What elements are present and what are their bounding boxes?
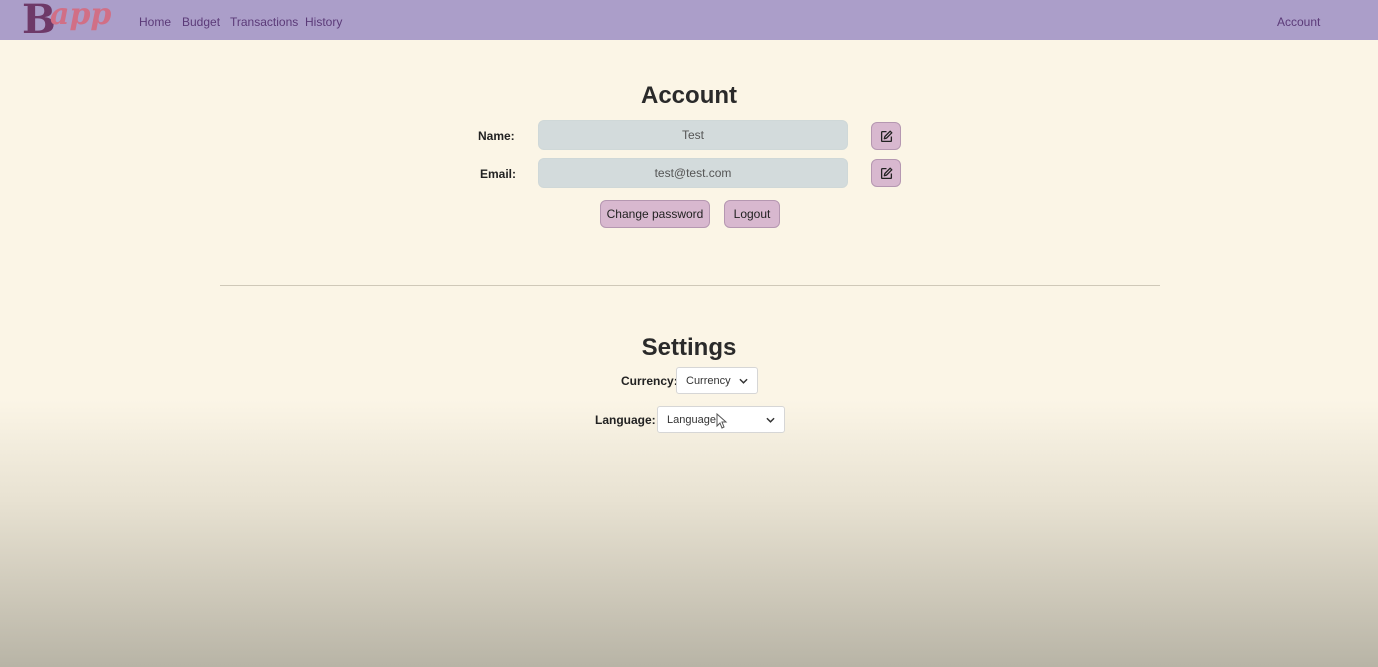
- edit-email-button[interactable]: [871, 159, 901, 187]
- email-label: Email:: [480, 167, 517, 181]
- name-input[interactable]: [538, 120, 848, 150]
- mouse-cursor-icon: [716, 413, 728, 429]
- nav-link-transactions[interactable]: Transactions: [230, 15, 298, 29]
- language-select-value: Language: [667, 414, 716, 426]
- navbar: B app Home Budget Transactions History A…: [0, 0, 1378, 43]
- currency-select-value: Currency: [686, 375, 731, 387]
- nav-link-account[interactable]: Account: [1277, 15, 1320, 29]
- chevron-down-icon: [766, 417, 775, 423]
- edit-icon: [880, 130, 892, 142]
- email-input[interactable]: [538, 158, 848, 188]
- name-label: Name:: [478, 129, 515, 143]
- currency-label: Currency:: [621, 374, 678, 388]
- nav-link-budget[interactable]: Budget: [182, 15, 220, 29]
- nav-link-home[interactable]: Home: [139, 15, 171, 29]
- app-logo[interactable]: B app: [22, 0, 114, 43]
- language-label: Language:: [595, 413, 656, 427]
- settings-title: Settings: [641, 334, 737, 361]
- nav-link-history[interactable]: History: [305, 15, 342, 29]
- section-divider: [220, 285, 1160, 286]
- change-password-button[interactable]: Change password: [600, 200, 710, 228]
- logo-text: app: [50, 0, 112, 32]
- account-title: Account: [641, 82, 737, 109]
- chevron-down-icon: [739, 378, 748, 384]
- currency-select[interactable]: Currency: [676, 367, 758, 394]
- logout-button[interactable]: Logout: [724, 200, 780, 228]
- edit-name-button[interactable]: [871, 122, 901, 150]
- edit-icon: [880, 167, 892, 179]
